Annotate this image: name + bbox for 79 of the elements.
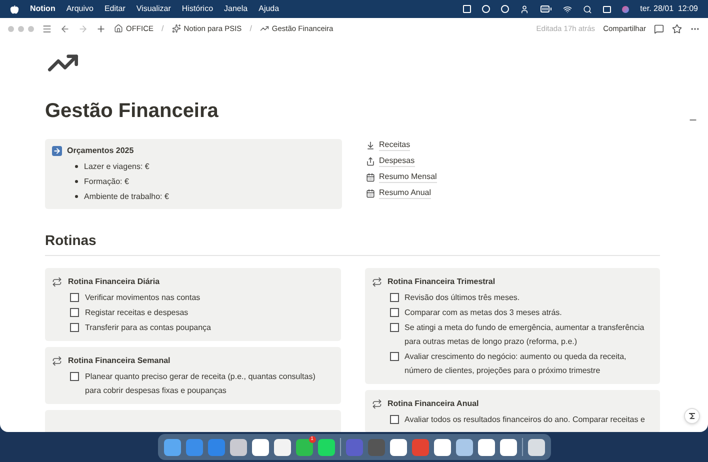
page-link[interactable]: Resumo Anual [379,187,432,199]
home-icon [114,24,123,33]
separator: / [250,22,252,34]
repeat-icon [52,277,62,287]
sparkle-icon [172,24,181,33]
app-menu[interactable]: Notion [30,3,56,15]
checkbox[interactable] [70,308,79,317]
checkbox[interactable] [390,308,398,317]
star-icon[interactable] [672,24,682,34]
task-text: Avaliar todos os resultados financeiros do ano. Comparar receitas e [404,414,645,426]
download-icon [366,140,375,150]
task-text: Verificar movimentos nas contas [85,292,200,304]
app-icon[interactable] [500,438,516,456]
bullet-icon [75,195,78,198]
apple-icon[interactable] [10,4,19,14]
user-icon[interactable] [520,4,530,14]
app-icon[interactable] [230,438,246,456]
task-text: Registar receitas e despesas [85,307,188,319]
page-title: Gestão Financeira [45,99,220,123]
bullet-text: Formação: € [84,176,129,187]
task-text: Transferir para as contas poupança [85,322,211,334]
separator: / [162,22,164,34]
chart-icon [260,24,269,33]
menu-item[interactable]: Histórico [182,3,214,15]
card-title: Rotina Financeira Semanal [68,355,170,367]
page-link[interactable]: Receitas [379,139,410,151]
task-text: Se atingi a meta do fundo de emergência, aumentar a transferência para outras metas de longo prazo (reforma, p.e.) [404,322,646,348]
page-link[interactable]: Resumo Mensal [379,171,437,183]
comment-icon[interactable] [654,24,664,34]
checkbox[interactable] [390,323,398,332]
app-icon[interactable] [390,438,406,456]
menu-item[interactable]: Visualizar [136,3,171,15]
repeat-icon [372,399,382,409]
app-icon[interactable] [478,438,494,456]
app-icon[interactable] [252,438,268,456]
section-heading: Rotinas [45,231,98,249]
repeat-icon [52,356,62,366]
task-text: Revisão dos últimos três meses. [404,292,520,304]
control-center-icon[interactable] [603,6,612,12]
wifi-icon[interactable] [563,4,572,14]
checkbox[interactable] [70,293,79,302]
clock[interactable]: ter. 28/01 12:09 [640,3,698,15]
checkbox[interactable] [390,293,398,302]
menu-item[interactable]: Editar [104,3,126,15]
bullet-text: Lazer e viagens: € [84,161,150,172]
menu-item[interactable]: Janela [224,3,248,15]
help-button[interactable] [684,408,700,424]
bullet-icon [75,165,78,168]
status-icon[interactable] [482,5,490,13]
repeat-icon [372,277,382,287]
calendar-icon [366,172,375,182]
search-icon[interactable] [583,4,592,14]
card-title: Rotina Financeira Trimestral [388,276,496,288]
calendar-icon [366,188,375,198]
menu-item[interactable]: Arquivo [66,3,94,15]
callout-title: Orçamentos 2025 [67,145,134,157]
battery-icon[interactable] [540,3,552,15]
checkbox[interactable] [390,352,398,361]
plus-icon[interactable] [96,24,106,34]
checkbox[interactable] [70,323,79,332]
upload-icon [366,156,375,166]
app-icon[interactable] [318,438,334,456]
app-icon[interactable] [434,438,450,456]
checkbox[interactable] [390,415,398,424]
app-icon[interactable] [456,438,472,456]
app-icon[interactable] [528,438,544,456]
bullet-text: Ambiente de trabalho: € [84,191,169,202]
bullet-icon [75,180,78,183]
card-title: Rotina Financeira Diária [68,276,160,288]
app-icon[interactable] [274,438,290,456]
task-text: Comparar com as metas dos 3 meses atrás. [404,307,562,319]
menu-icon[interactable] [42,24,52,34]
back-icon[interactable] [60,24,70,34]
page-link[interactable]: Despesas [379,155,415,167]
task-text: Avaliar crescimento do negócio: aumento ou queda da receita, número de clientes, projeções para o próximo trimestre [404,351,628,377]
checkbox[interactable] [70,372,79,381]
task-text: Planear quanto preciso gerar de receita (p.e., quantas consultas) para cobrir despesas fixas e poupanças [85,371,316,397]
menu-item[interactable]: Ajuda [258,3,280,15]
card-title: Rotina Financeira Anual [388,398,479,410]
